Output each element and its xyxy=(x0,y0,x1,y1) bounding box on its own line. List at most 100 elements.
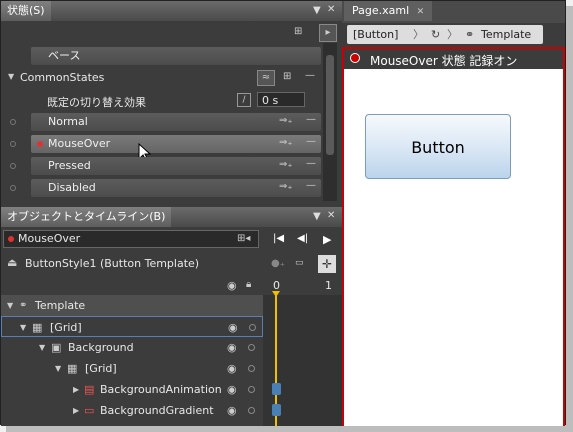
tree-label: Template xyxy=(35,299,86,312)
base-state-row[interactable]: ベース xyxy=(1,45,321,67)
transition-preview-icon[interactable]: ≈ xyxy=(257,70,275,86)
add-transition-icon[interactable]: ⇒₊ xyxy=(279,115,293,126)
eye-icon[interactable]: ◉ xyxy=(227,337,237,358)
states-toolbar: ⊞ ▸ xyxy=(1,21,342,43)
play-icon[interactable]: ▶ xyxy=(323,233,331,246)
storyboard-options-icon[interactable]: ⊞◂ xyxy=(237,233,250,244)
pin-icon[interactable]: ▼ xyxy=(313,211,321,222)
state-group-row[interactable]: ▼ CommonStates ≈ ⊞ — xyxy=(1,67,321,89)
storyboard-selector[interactable]: MouseOver xyxy=(3,230,259,248)
record-indicator-icon xyxy=(37,141,43,147)
eye-icon[interactable]: ◉ xyxy=(227,400,237,421)
state-row-pressed[interactable]: Pressed ⇒₊ — xyxy=(1,155,321,177)
state-label: Pressed xyxy=(31,157,321,175)
state-label: Normal xyxy=(31,113,321,131)
breadcrumb: [Button] 〉 ↻ 〉 ⚭ Template xyxy=(342,23,565,47)
state-dot xyxy=(10,119,16,125)
lock-toggle[interactable] xyxy=(248,407,255,414)
breadcrumb-bar: [Button] 〉 ↻ 〉 ⚭ Template xyxy=(347,25,543,44)
expand-arrow-icon[interactable]: ▼ xyxy=(39,337,45,358)
border-icon: ▣ xyxy=(51,341,62,354)
lock-icon[interactable]: 🔒︎ xyxy=(246,279,251,290)
keyframe-marker[interactable] xyxy=(272,404,281,416)
add-transition-icon[interactable]: ⇒₊ xyxy=(279,137,293,148)
add-transition-icon[interactable]: ⇒₊ xyxy=(279,159,293,170)
storyboard-name: MouseOver xyxy=(18,232,81,245)
remove-state-icon[interactable]: — xyxy=(306,136,316,147)
tree-label: BackgroundAnimation xyxy=(100,383,222,396)
lock-toggle[interactable] xyxy=(248,365,255,372)
breadcrumb-template[interactable]: Template xyxy=(481,25,531,44)
template-icon: ⚭ xyxy=(465,28,475,41)
grid-icon: ▦ xyxy=(32,321,43,334)
add-transition-icon[interactable]: ⊞ xyxy=(283,71,291,82)
eye-icon[interactable]: ◉ xyxy=(227,379,237,400)
transition-duration-input[interactable]: 0 s xyxy=(257,92,305,107)
tree-row-background-animation[interactable]: ▶ ▤ BackgroundAnimation ◉ xyxy=(1,379,263,400)
recording-bar: MouseOver 状態 記録オン xyxy=(342,47,565,69)
record-icon[interactable] xyxy=(350,53,360,63)
close-icon[interactable]: ✕ xyxy=(327,210,335,221)
tree-row-inner-grid[interactable]: ▼ ▦ [Grid] ◉ xyxy=(1,358,263,379)
snap-icon[interactable]: ✛ xyxy=(318,255,336,273)
tab-close-icon[interactable]: ✕ xyxy=(417,7,425,17)
easing-icon[interactable]: / xyxy=(237,93,251,107)
template-edit-icon[interactable]: ↻ xyxy=(431,25,440,44)
expand-arrow-icon[interactable]: ▶ xyxy=(73,379,79,400)
show-states-icon[interactable]: ▸ xyxy=(319,24,337,42)
timeline-tools: ●₊ ▭ ✛ xyxy=(263,253,342,277)
add-transition-icon[interactable]: ⇒₊ xyxy=(279,181,293,192)
objects-tab[interactable]: オブジェクトとタイムライン(B) xyxy=(1,207,172,227)
template-title-row: ⏏ ButtonStyle1 (Button Template) xyxy=(1,253,263,275)
eye-icon[interactable]: ◉ xyxy=(227,358,237,379)
tree-row-template[interactable]: ▼ ⚭ Template xyxy=(1,295,263,316)
preview-button[interactable]: Button xyxy=(365,114,511,179)
remove-group-icon[interactable]: — xyxy=(305,70,315,81)
eye-icon[interactable]: ◉ xyxy=(228,317,238,338)
keyframe-marker[interactable] xyxy=(272,383,281,395)
template-title: ButtonStyle1 (Button Template) xyxy=(25,257,200,270)
state-group-name: CommonStates xyxy=(20,71,105,84)
lock-toggle[interactable] xyxy=(248,344,255,351)
expand-arrow-icon[interactable]: ▼ xyxy=(55,358,61,379)
document-tab[interactable]: Page.xaml ✕ xyxy=(344,1,433,21)
eye-icon[interactable]: ◉ xyxy=(227,279,237,292)
state-dot xyxy=(10,141,16,147)
design-surface[interactable]: Button xyxy=(342,69,565,426)
rectangle-icon: ▭ xyxy=(84,404,95,417)
chevron-right-icon: 〉 xyxy=(413,28,424,41)
tree-label: Background xyxy=(68,341,134,354)
close-icon[interactable]: ✕ xyxy=(327,4,335,15)
remove-state-icon[interactable]: — xyxy=(306,180,316,191)
state-row-normal[interactable]: Normal ⇒₊ — xyxy=(1,111,321,133)
expand-arrow-icon[interactable]: ▼ xyxy=(20,317,26,338)
expand-arrow-icon[interactable]: ▼ xyxy=(7,295,13,316)
tree-row-background-gradient[interactable]: ▶ ▭ BackgroundGradient ◉ xyxy=(1,400,263,421)
state-row-disabled[interactable]: Disabled ⇒₊ — xyxy=(1,177,321,199)
add-state-group-icon[interactable]: ⊞ xyxy=(294,26,302,37)
record-indicator-icon xyxy=(8,236,14,242)
tree-label: [Grid] xyxy=(85,362,117,375)
go-to-first-icon[interactable]: |◀ xyxy=(273,233,284,244)
lock-toggle[interactable] xyxy=(249,324,256,331)
pin-icon[interactable]: ▼ xyxy=(313,5,321,16)
expand-arrow-icon[interactable]: ▼ xyxy=(8,72,14,81)
tree-row-grid[interactable]: ▼ ▦ [Grid] ◉ xyxy=(1,316,263,337)
playhead-handle[interactable] xyxy=(272,291,280,297)
ruler-icon[interactable]: ▭ xyxy=(295,258,304,268)
states-scrollbar[interactable] xyxy=(323,43,337,201)
tree-row-background[interactable]: ▼ ▣ Background ◉ xyxy=(1,337,263,358)
states-tab[interactable]: 状態(S) xyxy=(1,1,51,21)
keyframe-tool-icon[interactable]: ●₊ xyxy=(271,258,285,269)
scroll-thumb[interactable] xyxy=(326,55,334,155)
previous-frame-icon[interactable]: ◀| xyxy=(297,233,308,244)
breadcrumb-button[interactable]: [Button] xyxy=(353,25,398,44)
chevron-right-icon: 〉 xyxy=(447,28,458,41)
scope-up-icon[interactable]: ⏏ xyxy=(7,256,17,269)
remove-state-icon[interactable]: — xyxy=(306,114,316,125)
expand-arrow-icon[interactable]: ▶ xyxy=(73,400,79,421)
lock-toggle[interactable] xyxy=(248,386,255,393)
state-row-mouseover[interactable]: MouseOver ⇒₊ — xyxy=(1,133,321,162)
remove-state-icon[interactable]: — xyxy=(306,158,316,169)
timeline-lanes[interactable] xyxy=(263,295,342,426)
